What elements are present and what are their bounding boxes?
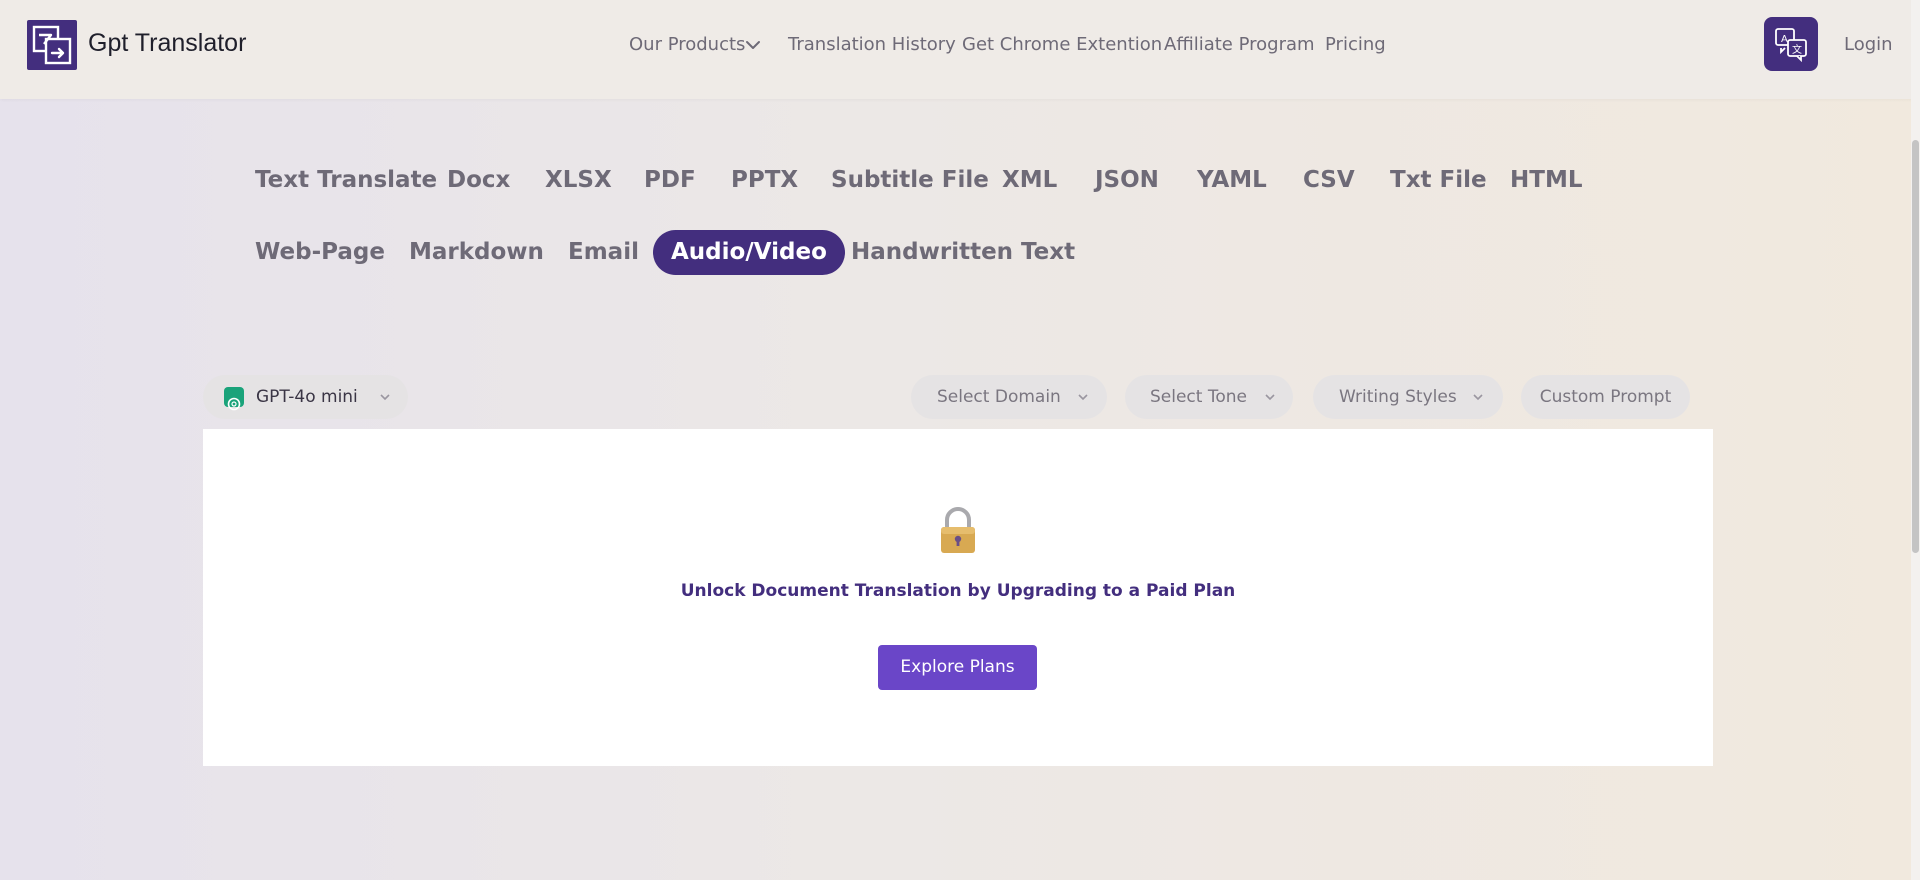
- model-select[interactable]: GPT-4o mini: [203, 375, 408, 419]
- language-switch-button[interactable]: A 文: [1764, 17, 1818, 71]
- writing-styles-select[interactable]: Writing Styles: [1313, 375, 1503, 419]
- custom-prompt-button[interactable]: Custom Prompt: [1521, 375, 1690, 419]
- logo[interactable]: [27, 20, 77, 70]
- nav-translation-history[interactable]: Translation History: [788, 34, 956, 55]
- svg-text:A: A: [1781, 34, 1788, 45]
- tab-subtitle-file[interactable]: Subtitle File: [831, 158, 989, 203]
- tab-handwritten-text[interactable]: Handwritten Text: [851, 230, 1075, 275]
- tab-audio-video[interactable]: Audio/Video: [653, 230, 845, 275]
- header: Gpt Translator Our Products Translation …: [0, 0, 1916, 99]
- tab-markdown[interactable]: Markdown: [409, 230, 544, 275]
- model-select-label: GPT-4o mini: [256, 387, 358, 407]
- tab-xlsx[interactable]: XLSX: [545, 158, 612, 203]
- svg-text:文: 文: [1792, 43, 1802, 56]
- brand-name[interactable]: Gpt Translator: [88, 29, 246, 58]
- lock-icon: [941, 507, 975, 553]
- tab-docx[interactable]: Docx: [447, 158, 510, 203]
- tab-text-translate[interactable]: Text Translate: [255, 158, 437, 203]
- chevron-down-icon: [380, 394, 390, 401]
- tab-email[interactable]: Email: [568, 230, 639, 275]
- domain-select-label: Select Domain: [937, 387, 1061, 407]
- tab-web-page[interactable]: Web-Page: [255, 230, 385, 275]
- upgrade-message: Unlock Document Translation by Upgrading…: [680, 581, 1236, 601]
- domain-select[interactable]: Select Domain: [911, 375, 1107, 419]
- chevron-down-icon: [1265, 394, 1275, 401]
- tab-xml[interactable]: XML: [1002, 158, 1057, 203]
- language-icon: A 文: [1775, 28, 1807, 62]
- chevron-down-icon[interactable]: [744, 36, 762, 54]
- writing-styles-label: Writing Styles: [1339, 387, 1457, 407]
- tab-pptx[interactable]: PPTX: [731, 158, 798, 203]
- nav-chrome-extension[interactable]: Get Chrome Extention: [962, 34, 1162, 55]
- upgrade-panel: Unlock Document Translation by Upgrading…: [203, 429, 1713, 766]
- chevron-down-icon: [1078, 394, 1088, 401]
- nav-affiliate-program[interactable]: Affiliate Program: [1164, 34, 1315, 55]
- scrollbar-thumb[interactable]: [1912, 140, 1919, 553]
- tab-json[interactable]: JSON: [1095, 158, 1159, 203]
- tab-txt-file[interactable]: Txt File: [1390, 158, 1487, 203]
- login-link[interactable]: Login: [1844, 34, 1893, 55]
- tab-yaml[interactable]: YAML: [1197, 158, 1267, 203]
- nav-our-products[interactable]: Our Products: [629, 34, 745, 55]
- nav-pricing[interactable]: Pricing: [1325, 34, 1386, 55]
- explore-plans-button[interactable]: Explore Plans: [878, 645, 1037, 690]
- tone-select-label: Select Tone: [1150, 387, 1247, 407]
- tab-csv[interactable]: CSV: [1303, 158, 1355, 203]
- chevron-down-icon: [1473, 394, 1483, 401]
- tone-select[interactable]: Select Tone: [1125, 375, 1293, 419]
- tab-pdf[interactable]: PDF: [644, 158, 696, 203]
- tab-html[interactable]: HTML: [1510, 158, 1582, 203]
- openai-icon: [224, 387, 244, 411]
- translate-logo-icon: [32, 25, 72, 65]
